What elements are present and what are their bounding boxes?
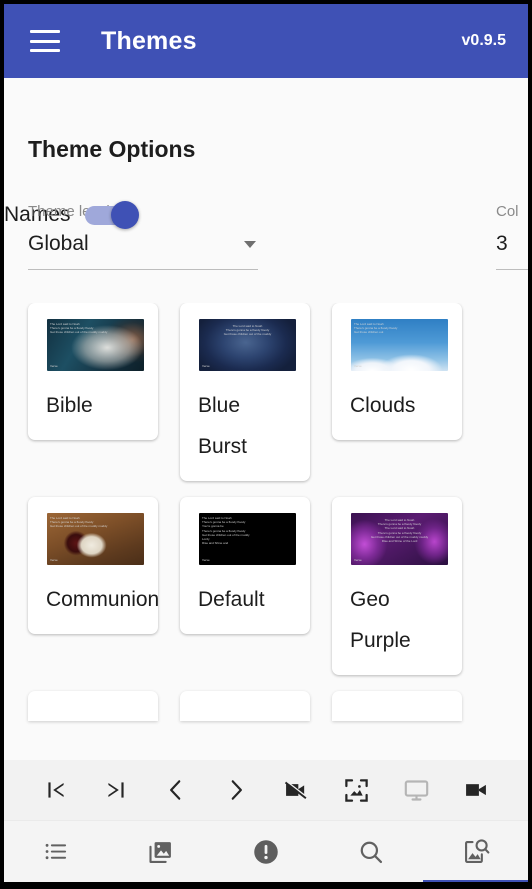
thumbnail-footer-text: Verse: [50, 364, 58, 368]
theme-thumbnail: The Lord said to Noah There's gonna be a…: [47, 319, 144, 371]
thumbnail-overlay-text: The Lord said to Noah There's gonna be a…: [202, 516, 250, 546]
videocam-icon[interactable]: [457, 771, 495, 809]
nav-item-alert[interactable]: [239, 825, 293, 879]
theme-card[interactable]: The Lord said to Noah There's gonna be a…: [180, 497, 310, 634]
thumbnail-footer-text: Verse: [354, 558, 362, 562]
columns-field[interactable]: Col 3: [496, 203, 528, 270]
thumbnail-footer-text: Verse: [202, 558, 210, 562]
theme-card[interactable]: The Lord said to Noah There's gonna be a…: [28, 497, 159, 634]
theme-grid[interactable]: The Lord said to Noah There's gonna be a…: [4, 303, 528, 760]
chevron-left-icon[interactable]: [157, 771, 195, 809]
content-area: Theme Options Theme level Global Names C…: [4, 78, 528, 760]
thumbnail-overlay-text: The Lord said to Noah There's gonna be a…: [50, 516, 108, 529]
skip-to-last-icon[interactable]: [97, 771, 135, 809]
page-title: Themes: [101, 26, 197, 55]
thumbnail-overlay-text: The Lord said to Noah There's gonna be a…: [370, 518, 429, 544]
theme-thumbnail: The Lord said to Noah There's gonna be a…: [351, 513, 448, 565]
thumbnail-footer-text: Verse: [202, 364, 210, 368]
app-bar: Themes v0.9.5: [4, 4, 528, 78]
theme-thumbnail: The Lord said to Noah There's gonna be a…: [351, 319, 448, 371]
theme-card[interactable]: [28, 691, 158, 721]
app-screen: Themes v0.9.5 Theme Options Theme level …: [4, 4, 528, 882]
media-toolbar: [4, 760, 528, 820]
theme-card-label: Bible: [46, 394, 93, 417]
chevron-down-icon: [244, 241, 256, 248]
thumbnail-overlay-text: The Lord said to Noah There's gonna be a…: [354, 322, 398, 335]
theme-card[interactable]: The Lord said to Noah There's gonna be a…: [28, 303, 158, 440]
columns-label: Col: [496, 203, 519, 220]
version-label: v0.9.5: [461, 32, 506, 49]
theme-card-label: Geo Purple: [350, 588, 411, 652]
image-frame-icon[interactable]: [337, 771, 375, 809]
skip-to-first-icon[interactable]: [37, 771, 75, 809]
chevron-right-icon[interactable]: [217, 771, 255, 809]
thumbnail-overlay-text: The Lord said to Noah There's gonna be a…: [223, 324, 272, 337]
theme-level-label: Theme level: [28, 203, 110, 220]
theme-grid-row: The Lord said to Noah There's gonna be a…: [28, 497, 504, 675]
thumbnail-footer-text: Verse: [50, 558, 58, 562]
videocam-off-icon[interactable]: [277, 771, 315, 809]
theme-card[interactable]: The Lord said to Noah There's gonna be a…: [332, 497, 462, 675]
thumbnail-overlay-text: The Lord said to Noah There's gonna be a…: [50, 322, 108, 335]
theme-card[interactable]: The Lord said to Noah There's gonna be a…: [332, 303, 462, 440]
theme-card-label: Default: [198, 588, 265, 611]
theme-level-dropdown[interactable]: Global: [28, 232, 258, 270]
theme-card-label: Clouds: [350, 394, 416, 417]
nav-item-photo-library[interactable]: [134, 825, 188, 879]
theme-thumbnail: The Lord said to Noah There's gonna be a…: [199, 319, 296, 371]
nav-item-list[interactable]: [29, 825, 83, 879]
hamburger-line: [30, 49, 60, 52]
thumbnail-footer-text: Verse: [354, 364, 362, 368]
nav-item-image-search[interactable]: [422, 825, 528, 882]
theme-grid-row: The Lord said to Noah There's gonna be a…: [28, 303, 504, 481]
theme-grid-row-partial: [28, 691, 504, 721]
names-toggle-switch[interactable]: [84, 201, 139, 229]
theme-card[interactable]: The Lord said to Noah There's gonna be a…: [180, 303, 310, 481]
bottom-navigation-bar: [4, 820, 528, 882]
theme-card[interactable]: [332, 691, 462, 721]
theme-card-label: Communion: [46, 588, 160, 611]
theme-card[interactable]: [180, 691, 310, 721]
theme-level-field[interactable]: Theme level Global: [28, 203, 258, 270]
hamburger-menu-icon[interactable]: [30, 30, 60, 52]
hamburger-line: [30, 30, 60, 33]
theme-thumbnail: The Lord said to Noah There's gonna be a…: [47, 513, 144, 565]
hamburger-line: [30, 39, 60, 43]
monitor-icon[interactable]: [397, 771, 435, 809]
section-title: Theme Options: [28, 136, 196, 162]
columns-value: 3: [496, 232, 508, 255]
columns-input[interactable]: 3: [496, 232, 528, 270]
nav-item-search[interactable]: [344, 825, 398, 879]
theme-thumbnail: The Lord said to Noah There's gonna be a…: [199, 513, 296, 565]
theme-card-label: Blue Burst: [198, 394, 248, 458]
theme-level-value: Global: [28, 232, 89, 255]
theme-options-row: Theme level Global Names Col 3: [4, 201, 528, 283]
toggle-thumb: [110, 201, 139, 229]
